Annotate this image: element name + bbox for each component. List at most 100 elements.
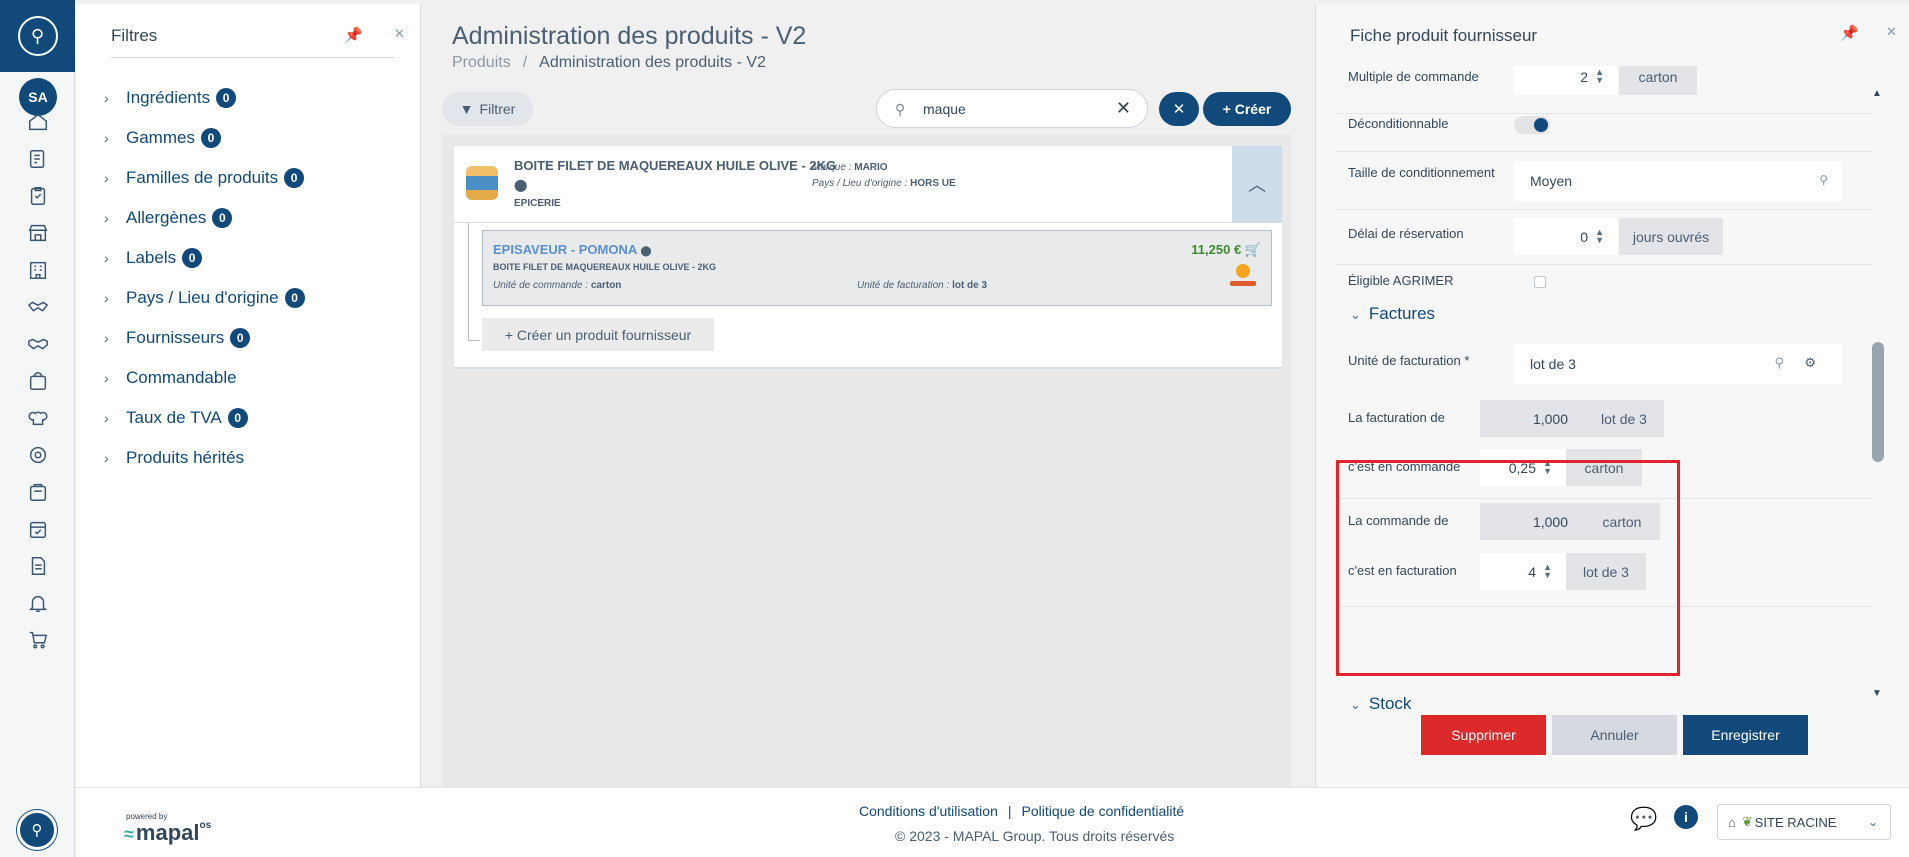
- filter-count-badge: 0: [182, 248, 203, 268]
- bell-icon[interactable]: [24, 589, 52, 617]
- store-icon[interactable]: [24, 219, 52, 247]
- filter-ingredients[interactable]: › Ingrédients 0: [104, 78, 305, 118]
- billing-of-unit: lot de 3: [1584, 400, 1664, 437]
- filter-commandable[interactable]: › Commandable: [104, 358, 305, 398]
- cutlery-icon: ⚲: [17, 16, 58, 56]
- stepper-icon[interactable]: ▲ ▼: [1595, 228, 1604, 245]
- search-input[interactable]: ⚲ maque ✕: [876, 89, 1148, 128]
- site-selector[interactable]: ⌂ ❦ SITE RACINE ⌄: [1717, 804, 1891, 840]
- gear-icon[interactable]: [24, 441, 52, 469]
- unpackable-toggle[interactable]: [1514, 116, 1550, 134]
- filter-gammes[interactable]: › Gammes 0: [104, 118, 305, 158]
- supplier-name[interactable]: EPISAVEUR - POMONA ⬤: [493, 242, 652, 257]
- filter-produits-herites[interactable]: › Produits hérités: [104, 438, 305, 478]
- reset-button[interactable]: ✕: [1159, 92, 1199, 126]
- filter-count-badge: 0: [284, 168, 305, 188]
- product-name: BOITE FILET DE MAQUEREAUX HUILE OLIVE - …: [514, 158, 837, 173]
- stepper-icon[interactable]: ▲ ▼: [1595, 68, 1604, 85]
- filters-panel: Filtres 📌 ✕ › Ingrédients 0 › Gammes 0 › Fami…: [76, 4, 421, 787]
- sheet-actions: Supprimer Annuler Enregistrer: [1316, 715, 1909, 755]
- clear-search-icon[interactable]: ✕: [1116, 98, 1131, 119]
- chevron-right-icon: ›: [104, 170, 109, 186]
- filter-button[interactable]: ▼ Filtrer: [442, 92, 533, 126]
- chevron-right-icon: ›: [104, 370, 109, 386]
- chat-icon[interactable]: 💬: [1630, 806, 1657, 832]
- cart-icon[interactable]: [24, 626, 52, 654]
- info-icon[interactable]: i: [1674, 805, 1698, 829]
- collapse-button[interactable]: ︿: [1232, 146, 1282, 222]
- reservation-delay-input[interactable]: 0 ▲ ▼: [1514, 218, 1618, 255]
- bag-icon[interactable]: [24, 367, 52, 395]
- pin-icon[interactable]: 📌: [344, 26, 363, 44]
- filter-familles[interactable]: › Familles de produits 0: [104, 158, 305, 198]
- scrollbar-thumb[interactable]: [1872, 342, 1884, 462]
- filter-list: › Ingrédients 0 › Gammes 0 › Familles de prod…: [104, 78, 305, 478]
- chevron-right-icon: ›: [104, 250, 109, 266]
- invoices-section-toggle[interactable]: ⌄ Factures: [1350, 304, 1435, 324]
- save-button[interactable]: Enregistrer: [1683, 715, 1808, 755]
- product-category: EPICERIE: [514, 198, 561, 209]
- app-logo[interactable]: ⚲: [0, 0, 75, 72]
- pin-icon[interactable]: 📌: [1840, 24, 1859, 42]
- unpackable-row: Déconditionnable: [1336, 114, 1873, 152]
- funnel-icon: ▼: [459, 101, 474, 117]
- calendar-check-icon[interactable]: [24, 515, 52, 543]
- close-icon[interactable]: ✕: [394, 26, 405, 42]
- sheet-title: Fiche produit fournisseur: [1350, 26, 1538, 45]
- chevron-right-icon: ›: [104, 450, 109, 466]
- gear-icon[interactable]: ⚙: [1804, 355, 1816, 371]
- breadcrumb-current: Administration des produits - V2: [539, 54, 766, 71]
- order-unit: Unité de commande : carton: [493, 280, 622, 291]
- create-button[interactable]: + Créer: [1203, 92, 1291, 126]
- filter-pays[interactable]: › Pays / Lieu d'origine 0: [104, 278, 305, 318]
- agrimer-row: Éligible AGRIMER: [1336, 265, 1873, 297]
- chevron-down-icon: ⌄: [1350, 307, 1361, 322]
- supplier-product-card[interactable]: EPISAVEUR - POMONA ⬤ BOITE FILET DE MAQU…: [482, 230, 1272, 306]
- brand-logo: ≈mapalos: [124, 820, 212, 845]
- handshake-alt-icon[interactable]: [24, 330, 52, 358]
- search-icon: ⚲: [895, 101, 906, 117]
- left-rail: ⚲ SA ⚲: [0, 0, 75, 857]
- filter-tva[interactable]: › Taux de TVA 0: [104, 398, 305, 438]
- billing-unit-select[interactable]: lot de 3 ⚲ ⚙: [1514, 344, 1842, 384]
- create-supplier-product-button[interactable]: + Créer un produit fournisseur: [482, 318, 714, 351]
- bottom-logo-icon[interactable]: ⚲: [17, 810, 57, 850]
- filter-fournisseurs[interactable]: › Fournisseurs 0: [104, 318, 305, 358]
- supplier-product-name: BOITE FILET DE MAQUEREAUX HUILE OLIVE - …: [493, 262, 717, 272]
- breadcrumb-root[interactable]: Produits: [452, 54, 511, 71]
- privacy-link[interactable]: Politique de confidentialité: [1022, 803, 1185, 819]
- handshake-icon[interactable]: [24, 293, 52, 321]
- copyright: © 2023 - MAPAL Group. Tous droits réserv…: [895, 828, 1175, 844]
- chef-hat-icon[interactable]: [24, 404, 52, 432]
- basket-icon[interactable]: [24, 478, 52, 506]
- reservation-delay-row: Délai de réservation 0 ▲ ▼ jours ouvrés: [1336, 210, 1873, 265]
- document-icon[interactable]: [24, 552, 52, 580]
- order-multiple-input[interactable]: 2 ▲ ▼: [1514, 66, 1618, 95]
- location-pin-icon: ⬤: [640, 246, 652, 257]
- search-icon: ⚲: [1774, 355, 1784, 370]
- product-brand: Marque : MARIO: [812, 162, 888, 173]
- building-icon[interactable]: [24, 256, 52, 284]
- pack-size-select[interactable]: Moyen ⚲: [1514, 161, 1842, 201]
- close-icon[interactable]: ✕: [1886, 24, 1897, 40]
- chevron-up-icon: ︿: [1248, 175, 1266, 195]
- filter-allergenes[interactable]: › Allergènes 0: [104, 198, 305, 238]
- filter-count-badge: 0: [227, 408, 248, 428]
- terms-link[interactable]: Conditions d'utilisation: [859, 803, 998, 819]
- filter-count-badge: 0: [230, 328, 251, 348]
- cart-icon: 🛒: [1244, 242, 1261, 257]
- scroll-down-arrow[interactable]: ▼: [1872, 688, 1882, 699]
- billing-of-row: La facturation de 1,000 lot de 3: [1336, 396, 1873, 441]
- scroll-up-arrow[interactable]: ▲: [1872, 88, 1882, 99]
- filter-labels[interactable]: › Labels 0: [104, 238, 305, 278]
- home-icon[interactable]: [24, 108, 52, 136]
- product-card[interactable]: BOITE FILET DE MAQUEREAUX HUILE OLIVE - …: [454, 146, 1282, 369]
- agrimer-checkbox[interactable]: [1534, 276, 1546, 288]
- cancel-button[interactable]: Annuler: [1552, 715, 1677, 755]
- clipboard-icon[interactable]: [24, 182, 52, 210]
- stock-section-toggle[interactable]: ⌄ Stock: [1350, 694, 1411, 714]
- chevron-right-icon: ›: [104, 130, 109, 146]
- edit-icon[interactable]: [24, 145, 52, 173]
- supplier-product-sheet: Fiche produit fournisseur 📌 ✕ Multiple d…: [1315, 4, 1909, 787]
- delete-button[interactable]: Supprimer: [1421, 715, 1546, 755]
